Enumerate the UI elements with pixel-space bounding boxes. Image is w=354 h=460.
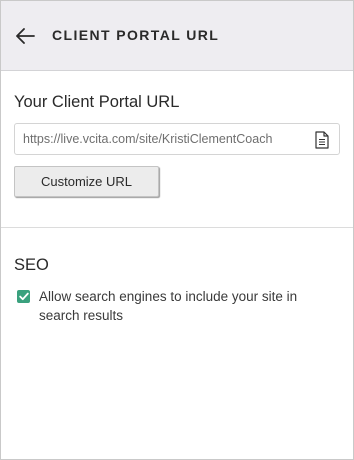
allow-search-engines-checkbox[interactable] [17,290,30,303]
copy-url-button[interactable] [315,131,329,149]
back-button[interactable] [14,25,36,47]
allow-search-engines-label[interactable]: Allow search engines to include your sit… [39,287,339,325]
section-divider [1,227,353,228]
portal-url-input[interactable] [23,124,307,154]
checkmark-icon [18,292,29,301]
page-title: CLIENT PORTAL URL [52,27,220,43]
client-portal-url-panel: CLIENT PORTAL URL Your Client Portal URL… [0,0,354,460]
document-copy-icon [315,131,329,149]
panel-header: CLIENT PORTAL URL [1,1,353,71]
portal-url-field [14,123,340,155]
arrow-left-icon [16,28,35,44]
portal-url-section-title: Your Client Portal URL [14,93,180,111]
customize-url-button[interactable]: Customize URL [14,166,159,197]
seo-section-title: SEO [14,256,49,274]
